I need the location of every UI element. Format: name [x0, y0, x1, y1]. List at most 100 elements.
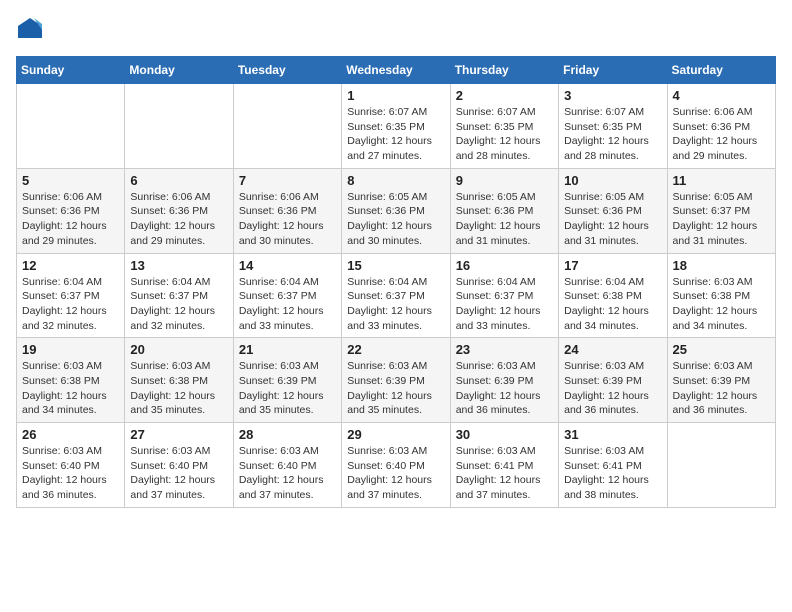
calendar-cell: 27Sunrise: 6:03 AMSunset: 6:40 PMDayligh… [125, 423, 233, 508]
calendar-cell: 5Sunrise: 6:06 AMSunset: 6:36 PMDaylight… [17, 168, 125, 253]
day-number: 27 [130, 427, 227, 442]
calendar-cell: 2Sunrise: 6:07 AMSunset: 6:35 PMDaylight… [450, 84, 558, 169]
day-info: Sunset: 6:39 PM [673, 374, 770, 389]
calendar-cell: 10Sunrise: 6:05 AMSunset: 6:36 PMDayligh… [559, 168, 667, 253]
day-info: Daylight: 12 hours and 38 minutes. [564, 473, 661, 502]
day-number: 1 [347, 88, 444, 103]
header-day-saturday: Saturday [667, 57, 775, 84]
day-number: 21 [239, 342, 336, 357]
calendar-cell: 15Sunrise: 6:04 AMSunset: 6:37 PMDayligh… [342, 253, 450, 338]
day-info: Sunset: 6:36 PM [347, 204, 444, 219]
day-info: Daylight: 12 hours and 36 minutes. [673, 389, 770, 418]
day-info: Daylight: 12 hours and 36 minutes. [22, 473, 119, 502]
day-info: Daylight: 12 hours and 31 minutes. [456, 219, 553, 248]
day-info: Sunrise: 6:07 AM [456, 105, 553, 120]
day-info: Sunrise: 6:06 AM [239, 190, 336, 205]
day-info: Sunrise: 6:03 AM [564, 444, 661, 459]
day-info: Daylight: 12 hours and 37 minutes. [130, 473, 227, 502]
day-number: 2 [456, 88, 553, 103]
day-info: Sunset: 6:37 PM [456, 289, 553, 304]
day-number: 4 [673, 88, 770, 103]
day-info: Daylight: 12 hours and 32 minutes. [22, 304, 119, 333]
day-info: Sunrise: 6:06 AM [130, 190, 227, 205]
day-info: Daylight: 12 hours and 27 minutes. [347, 134, 444, 163]
day-number: 20 [130, 342, 227, 357]
calendar-cell: 24Sunrise: 6:03 AMSunset: 6:39 PMDayligh… [559, 338, 667, 423]
calendar-cell: 11Sunrise: 6:05 AMSunset: 6:37 PMDayligh… [667, 168, 775, 253]
day-info: Sunrise: 6:03 AM [347, 444, 444, 459]
calendar-cell: 1Sunrise: 6:07 AMSunset: 6:35 PMDaylight… [342, 84, 450, 169]
calendar-cell: 12Sunrise: 6:04 AMSunset: 6:37 PMDayligh… [17, 253, 125, 338]
day-info: Sunset: 6:37 PM [130, 289, 227, 304]
day-info: Sunrise: 6:04 AM [22, 275, 119, 290]
calendar-cell: 17Sunrise: 6:04 AMSunset: 6:38 PMDayligh… [559, 253, 667, 338]
calendar-table: SundayMondayTuesdayWednesdayThursdayFrid… [16, 56, 776, 508]
day-info: Sunrise: 6:03 AM [564, 359, 661, 374]
day-info: Daylight: 12 hours and 34 minutes. [22, 389, 119, 418]
header-day-wednesday: Wednesday [342, 57, 450, 84]
calendar-cell: 29Sunrise: 6:03 AMSunset: 6:40 PMDayligh… [342, 423, 450, 508]
day-info: Sunrise: 6:03 AM [456, 444, 553, 459]
day-info: Daylight: 12 hours and 31 minutes. [564, 219, 661, 248]
day-info: Sunrise: 6:03 AM [239, 359, 336, 374]
day-info: Sunrise: 6:03 AM [130, 359, 227, 374]
header-day-friday: Friday [559, 57, 667, 84]
day-info: Sunset: 6:38 PM [564, 289, 661, 304]
calendar-cell: 30Sunrise: 6:03 AMSunset: 6:41 PMDayligh… [450, 423, 558, 508]
calendar-cell: 6Sunrise: 6:06 AMSunset: 6:36 PMDaylight… [125, 168, 233, 253]
logo-icon [16, 16, 44, 44]
day-info: Sunset: 6:36 PM [130, 204, 227, 219]
day-number: 16 [456, 258, 553, 273]
day-info: Sunset: 6:37 PM [22, 289, 119, 304]
day-number: 22 [347, 342, 444, 357]
day-info: Sunrise: 6:03 AM [456, 359, 553, 374]
day-info: Daylight: 12 hours and 31 minutes. [673, 219, 770, 248]
day-info: Sunset: 6:35 PM [347, 120, 444, 135]
day-number: 25 [673, 342, 770, 357]
day-number: 15 [347, 258, 444, 273]
day-info: Daylight: 12 hours and 29 minutes. [22, 219, 119, 248]
calendar-cell: 13Sunrise: 6:04 AMSunset: 6:37 PMDayligh… [125, 253, 233, 338]
calendar-week-1: 1Sunrise: 6:07 AMSunset: 6:35 PMDaylight… [17, 84, 776, 169]
day-number: 23 [456, 342, 553, 357]
day-info: Sunrise: 6:05 AM [564, 190, 661, 205]
calendar-week-2: 5Sunrise: 6:06 AMSunset: 6:36 PMDaylight… [17, 168, 776, 253]
day-info: Daylight: 12 hours and 28 minutes. [564, 134, 661, 163]
day-info: Sunset: 6:36 PM [456, 204, 553, 219]
header-day-sunday: Sunday [17, 57, 125, 84]
calendar-header: SundayMondayTuesdayWednesdayThursdayFrid… [17, 57, 776, 84]
day-info: Daylight: 12 hours and 33 minutes. [347, 304, 444, 333]
logo [16, 16, 46, 44]
day-number: 17 [564, 258, 661, 273]
calendar-cell: 4Sunrise: 6:06 AMSunset: 6:36 PMDaylight… [667, 84, 775, 169]
day-number: 7 [239, 173, 336, 188]
header-day-monday: Monday [125, 57, 233, 84]
day-info: Sunrise: 6:05 AM [456, 190, 553, 205]
calendar-cell: 7Sunrise: 6:06 AMSunset: 6:36 PMDaylight… [233, 168, 341, 253]
calendar-cell: 19Sunrise: 6:03 AMSunset: 6:38 PMDayligh… [17, 338, 125, 423]
calendar-cell [125, 84, 233, 169]
day-number: 10 [564, 173, 661, 188]
calendar-cell: 26Sunrise: 6:03 AMSunset: 6:40 PMDayligh… [17, 423, 125, 508]
day-info: Sunrise: 6:04 AM [130, 275, 227, 290]
day-info: Daylight: 12 hours and 32 minutes. [130, 304, 227, 333]
day-info: Daylight: 12 hours and 29 minutes. [130, 219, 227, 248]
day-info: Daylight: 12 hours and 37 minutes. [456, 473, 553, 502]
day-info: Sunset: 6:38 PM [130, 374, 227, 389]
day-number: 31 [564, 427, 661, 442]
day-info: Sunrise: 6:04 AM [347, 275, 444, 290]
day-number: 19 [22, 342, 119, 357]
day-number: 11 [673, 173, 770, 188]
day-number: 30 [456, 427, 553, 442]
day-number: 29 [347, 427, 444, 442]
day-info: Sunset: 6:39 PM [564, 374, 661, 389]
calendar-cell: 31Sunrise: 6:03 AMSunset: 6:41 PMDayligh… [559, 423, 667, 508]
day-info: Sunrise: 6:03 AM [239, 444, 336, 459]
day-info: Daylight: 12 hours and 36 minutes. [564, 389, 661, 418]
day-info: Sunset: 6:36 PM [239, 204, 336, 219]
day-info: Sunrise: 6:04 AM [456, 275, 553, 290]
calendar-cell [667, 423, 775, 508]
day-info: Sunset: 6:36 PM [673, 120, 770, 135]
calendar-week-4: 19Sunrise: 6:03 AMSunset: 6:38 PMDayligh… [17, 338, 776, 423]
day-info: Sunrise: 6:03 AM [673, 275, 770, 290]
